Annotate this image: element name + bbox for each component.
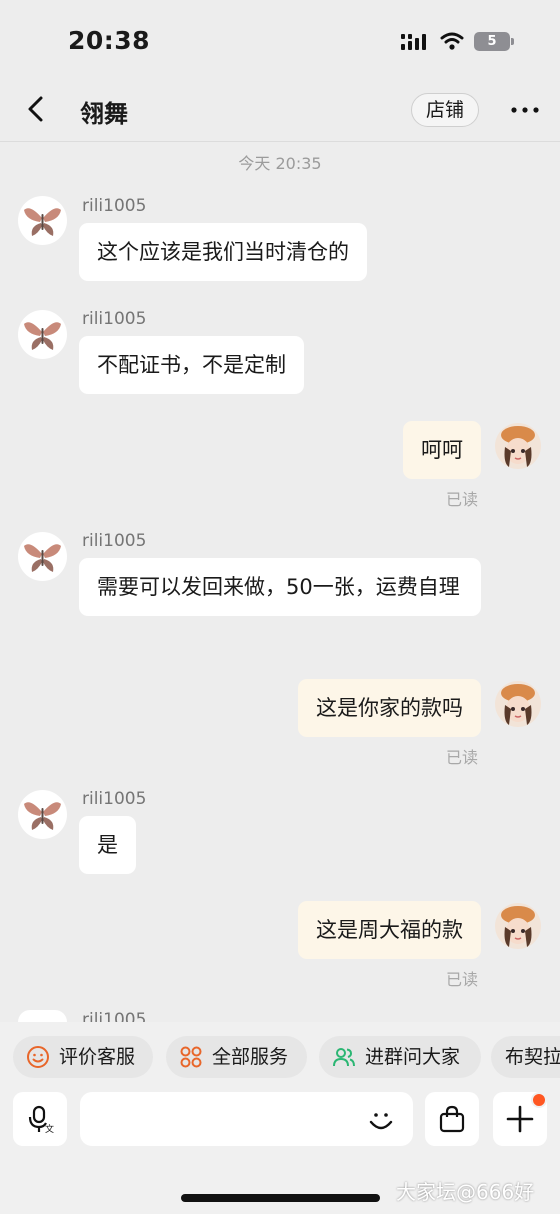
more-options-icon[interactable] <box>510 100 540 120</box>
user-avatar[interactable] <box>495 903 541 949</box>
sender-name: rili1005 <box>82 789 147 809</box>
notification-badge <box>531 1092 547 1108</box>
back-arrow-icon[interactable] <box>22 94 52 124</box>
sender-name: rili1005 <box>82 531 147 551</box>
read-status: 已读 <box>446 970 479 989</box>
girl-avatar-icon <box>501 906 535 947</box>
girl-avatar-icon <box>501 426 535 467</box>
quick-action-label: 进群问大家 <box>365 1046 461 1068</box>
quick-action-label: 布契拉 <box>505 1046 560 1068</box>
quick-action-more[interactable]: 布契拉 <box>491 1036 560 1078</box>
nav-bar: 翎舞 店铺 <box>0 80 560 142</box>
plus-icon <box>506 1105 534 1133</box>
quick-action-label: 评价客服 <box>59 1046 136 1068</box>
outgoing-message[interactable]: 这是你家的款吗 <box>298 679 481 737</box>
chat-title: 翎舞 <box>80 100 128 128</box>
chat-timestamp: 今天 20:35 <box>238 154 322 173</box>
quick-action-rate-service[interactable]: 评价客服 <box>13 1036 153 1078</box>
quick-action-label: 全部服务 <box>212 1046 289 1068</box>
battery-indicator: 5 <box>474 32 510 51</box>
seller-avatar[interactable] <box>18 532 67 581</box>
butterfly-avatar-icon <box>24 802 61 830</box>
seller-avatar[interactable] <box>18 790 67 839</box>
seller-avatar[interactable] <box>18 1010 67 1022</box>
svg-text:文: 文 <box>45 1123 54 1133</box>
quick-action-join-group[interactable]: 进群问大家 <box>319 1036 481 1078</box>
user-avatar[interactable] <box>495 681 541 727</box>
services-icon <box>180 1046 202 1068</box>
watermark: 大家坛@666好 <box>396 1180 535 1204</box>
read-status: 已读 <box>446 490 479 509</box>
message-input[interactable] <box>80 1092 413 1146</box>
status-bar: 20:38 5 <box>0 0 560 80</box>
mic-icon: 文 <box>28 1105 54 1133</box>
outgoing-message[interactable]: 这是周大福的款 <box>298 901 481 959</box>
voice-button[interactable]: 文 <box>13 1092 67 1146</box>
butterfly-avatar-icon <box>24 322 61 350</box>
outgoing-message[interactable]: 呵呵 <box>403 421 481 479</box>
incoming-message[interactable]: 需要可以发回来做，50一张，运费自理 <box>79 558 481 616</box>
read-status: 已读 <box>446 748 479 767</box>
sender-name: rili1005 <box>82 196 147 216</box>
cellular-signal-icon <box>401 34 426 50</box>
wifi-icon <box>440 32 464 50</box>
home-indicator[interactable] <box>181 1194 380 1202</box>
status-time: 20:38 <box>68 26 151 55</box>
incoming-message[interactable]: 不配证书，不是定制 <box>79 336 304 394</box>
seller-avatar[interactable] <box>18 196 67 245</box>
butterfly-avatar-icon <box>24 208 61 236</box>
shop-bag-button[interactable] <box>425 1092 479 1146</box>
shopping-bag-icon <box>439 1105 465 1133</box>
incoming-message[interactable]: 是 <box>79 816 136 874</box>
user-avatar[interactable] <box>495 423 541 469</box>
quick-action-all-services[interactable]: 全部服务 <box>166 1036 307 1078</box>
seller-avatar[interactable] <box>18 310 67 359</box>
sender-name: rili1005 <box>82 309 147 329</box>
group-icon <box>333 1048 355 1067</box>
sender-name: rili1005 <box>82 1010 147 1022</box>
battery-tip <box>511 38 514 45</box>
butterfly-avatar-icon <box>24 544 61 572</box>
emoji-icon[interactable] <box>365 1104 397 1136</box>
girl-avatar-icon <box>501 684 535 725</box>
smile-icon <box>27 1046 49 1068</box>
shop-button[interactable]: 店铺 <box>411 93 479 127</box>
incoming-message[interactable]: 这个应该是我们当时清仓的 <box>79 223 367 281</box>
